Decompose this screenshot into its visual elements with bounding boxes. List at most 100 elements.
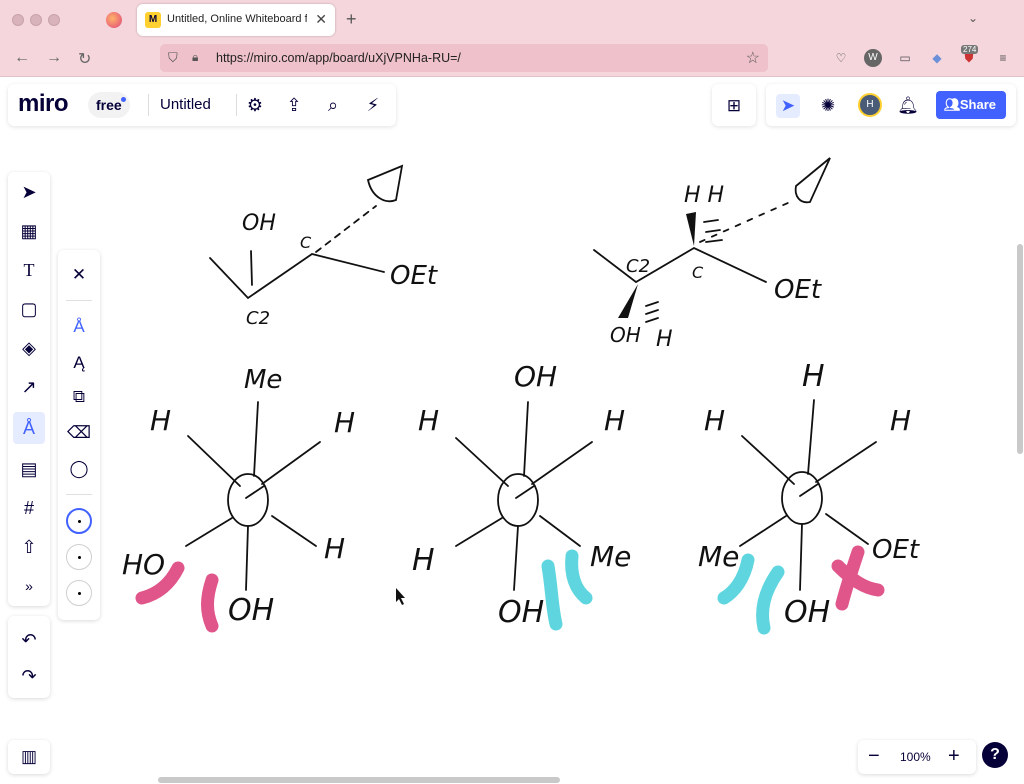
label: H [418,404,439,437]
board-header: miro free Untitled ⚙ ⇪ ⌕ ⚡︎ [8,84,396,126]
label: C2 [626,256,650,277]
plan-badge[interactable]: free [88,92,130,118]
color-swatch-3[interactable] [66,580,92,606]
plug-icon[interactable]: ⚡︎ [362,94,384,116]
comment-icon[interactable]: ▤ [13,453,45,485]
marker-icon[interactable]: Ą [63,348,95,378]
label: H [412,543,435,578]
bond [799,523,803,591]
newman-circle [781,471,823,525]
eye-viewer [366,164,404,202]
search-icon[interactable]: ⌕ [322,94,344,116]
label: H [802,359,825,394]
bell-icon[interactable]: 🔔︎ [896,94,920,118]
upload-icon[interactable]: ⇪ [283,94,305,116]
dashed-bond [315,205,377,253]
shapes-icon[interactable]: ◈ [13,332,45,364]
vertical-scrollbar[interactable] [1017,244,1023,454]
label: C [300,233,312,252]
divider [148,94,149,116]
hash-bonds [645,219,723,323]
label: H [150,404,171,437]
label: OEt [390,261,438,291]
bond [253,401,259,477]
gear-icon[interactable]: ⚙ [244,94,266,116]
bond [245,485,265,499]
avatar[interactable]: H [858,93,882,117]
label: OH [498,595,544,630]
help-button[interactable]: ? [982,742,1008,768]
bond [455,437,509,487]
cyan-highlight [541,559,563,631]
bond [455,517,503,547]
close-icon[interactable]: ✕ [63,260,95,290]
zigzag-chain [209,253,385,300]
divider [66,300,92,301]
zigzag-chain-right [593,246,767,284]
board-name[interactable]: Untitled [160,96,211,113]
label: OEt [774,275,822,305]
cursor-icon[interactable]: ➤ [776,94,800,118]
history-bar: ↶ ↷ [8,616,50,698]
bond [741,435,795,485]
frame-icon[interactable]: # [13,492,45,524]
sticky-note-icon[interactable]: ▢ [13,293,45,325]
more-tools-icon[interactable]: » [13,570,45,602]
templates-icon[interactable]: ▦ [13,215,45,247]
text-tool-icon[interactable]: T [13,254,45,286]
bond [825,513,869,545]
divider [66,494,92,495]
label: H [656,327,673,352]
pen-options-panel: ✕ Å Ą ⧉ ⌫ ◯ [58,250,100,620]
undo-icon[interactable]: ↶ [13,624,45,656]
pen-tool-icon[interactable]: Å [13,412,45,444]
label: C2 [246,308,270,329]
eye-viewer-right [794,157,831,204]
label: H [324,532,345,565]
mouse-cursor-icon [396,588,405,605]
plan-dot-icon [120,97,126,102]
people-icon: 👥︎ [944,97,961,112]
bond [531,441,593,485]
dashed-bond-right [699,201,791,243]
left-toolbar: ➤ ▦ T ▢ ◈ ↗ Å ▤ # ⇧ » [8,172,50,606]
zoom-in-icon[interactable]: + [948,745,960,768]
bond [261,441,321,485]
eraser-icon[interactable]: ⌫ [63,418,95,448]
pen-icon[interactable]: Å [63,312,95,342]
sidebar-toggle-icon[interactable]: ▥ [8,740,50,774]
newman-circle [227,473,269,527]
label: H [604,404,625,437]
zoom-out-icon[interactable]: − [868,745,880,768]
label: OH [228,593,274,628]
select-tool-cursor-icon[interactable]: ➤ [13,176,45,208]
plan-label: free [96,97,122,113]
color-swatch-2[interactable] [66,544,92,570]
arrow-line-icon[interactable]: ↗ [13,371,45,403]
bond [539,515,581,547]
swatch-dot [77,591,81,595]
redo-icon[interactable]: ↷ [13,660,45,692]
label: HO [122,548,165,581]
smart-drawing-icon[interactable]: ⧉ [63,382,95,412]
party-icon[interactable]: ✺ [816,94,840,118]
zoom-level[interactable]: 100% [900,750,931,764]
bond [185,517,233,547]
zoom-controls: − 100% + [858,740,976,774]
horizontal-scrollbar[interactable] [158,777,560,783]
label: H [890,404,911,437]
lasso-icon[interactable]: ◯ [63,454,95,484]
cyan-highlight [756,565,785,635]
grid-plus-icon[interactable]: ⊞ [722,94,746,118]
bond [739,515,787,547]
share-button[interactable]: 👥︎ Share [936,91,1006,119]
apps-bar: ⊞ [712,84,756,126]
label: OH [242,211,276,236]
collab-bar: ➤ ✺ H 🔔︎ 👥︎ Share [766,84,1016,126]
upload-tool-icon[interactable]: ⇧ [13,531,45,563]
share-label: Share [959,97,996,112]
miro-logo[interactable]: miro [18,90,69,118]
color-swatch-black[interactable] [66,508,92,534]
bond [523,401,529,477]
label: H [704,404,725,437]
